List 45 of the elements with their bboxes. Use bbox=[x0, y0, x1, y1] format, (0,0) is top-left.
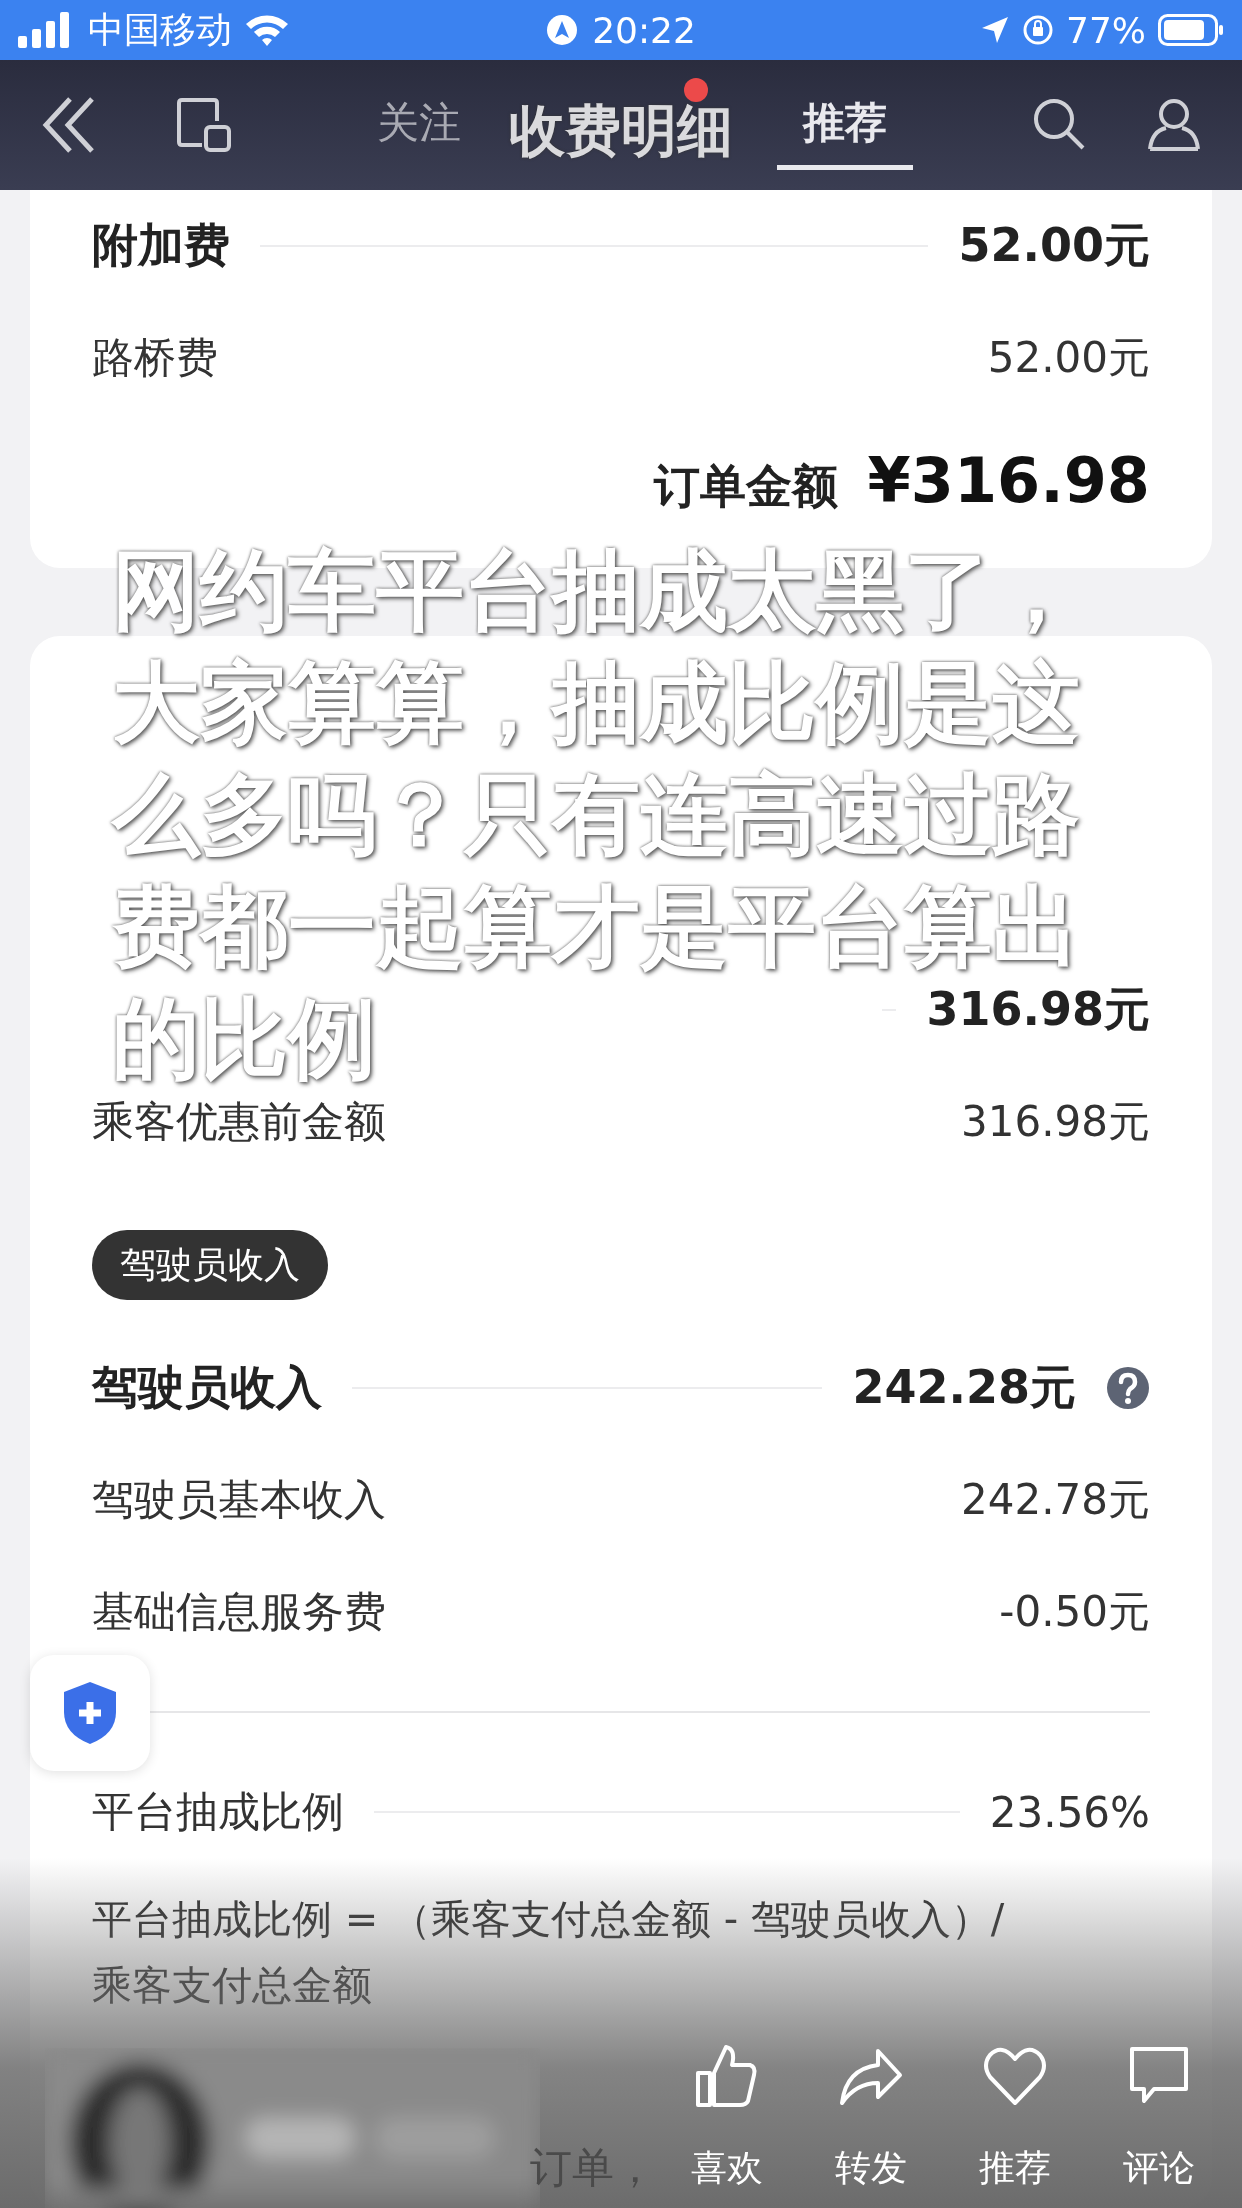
row-value: 52.00元 bbox=[987, 332, 1150, 384]
action-button[interactable]: 推荐 bbox=[956, 2043, 1074, 2189]
wifi-icon bbox=[244, 12, 290, 48]
location-arrow-icon bbox=[980, 15, 1010, 45]
back-icon[interactable] bbox=[40, 95, 96, 155]
row-label: 附加费 bbox=[92, 217, 230, 274]
search-icon[interactable] bbox=[1032, 97, 1086, 151]
row-label: 驾驶员基本收入 bbox=[92, 1474, 386, 1526]
action-button[interactable]: 评论 bbox=[1100, 2043, 1218, 2189]
caption-line: 费都一起算才是平台算出 bbox=[112, 879, 1080, 974]
action-button[interactable]: 转发 bbox=[812, 2043, 930, 2189]
rotation-lock-icon bbox=[1022, 14, 1054, 46]
row-value: -0.50元 bbox=[999, 1586, 1150, 1638]
row-label: 基础信息服务费 bbox=[92, 1586, 386, 1638]
clock: 20:22 bbox=[592, 9, 696, 51]
order-amount-label: 订单金额 bbox=[653, 458, 838, 515]
row-value: 242.78元 bbox=[961, 1474, 1150, 1526]
row-label: 驾驶员收入 bbox=[92, 1359, 322, 1416]
row-value: 242.28元 bbox=[852, 1359, 1076, 1416]
row-value: 23.56% bbox=[989, 1787, 1150, 1837]
order-amount: ¥316.98 bbox=[867, 444, 1150, 517]
tab[interactable]: 推荐 bbox=[777, 80, 913, 170]
action-button[interactable]: 喜欢 bbox=[668, 2043, 786, 2189]
page-title: 收费明细 bbox=[509, 98, 733, 163]
profile-icon[interactable] bbox=[1146, 97, 1202, 153]
row-label: 平台抽成比例 bbox=[92, 1786, 344, 1838]
caption-line: 网约车平台抽成太黑了， bbox=[112, 543, 1080, 638]
battery-percentage: 77% bbox=[1066, 9, 1146, 51]
formula-text: 平台抽成比例 = （乘客支付总金额 - 驾驶员收入）/ 乘客支付总金额 bbox=[91, 1895, 1006, 2010]
tab[interactable]: 关注 bbox=[351, 80, 487, 170]
caption-line: 大家算算，抽成比例是这 bbox=[112, 655, 1080, 750]
row-value: 316.98元 bbox=[961, 1096, 1150, 1148]
category-tag: 驾驶员收入 bbox=[92, 1230, 328, 1300]
navigation-icon bbox=[546, 14, 579, 46]
safety-button[interactable] bbox=[30, 1655, 150, 1771]
row-label: 乘客优惠前金额 bbox=[92, 1096, 386, 1148]
row-value: 52.00元 bbox=[958, 217, 1150, 274]
caption-line: 么多吗？只有连高速过路 bbox=[112, 767, 1080, 862]
carrier-name: 中国移动 bbox=[88, 7, 232, 52]
battery-icon bbox=[1158, 14, 1224, 46]
caption-line: 的比例 bbox=[112, 991, 376, 1086]
row-value: 316.98元 bbox=[926, 981, 1150, 1038]
window-icon[interactable] bbox=[176, 97, 232, 153]
row-label: 路桥费 bbox=[92, 332, 218, 384]
help-icon[interactable] bbox=[1106, 1366, 1150, 1410]
